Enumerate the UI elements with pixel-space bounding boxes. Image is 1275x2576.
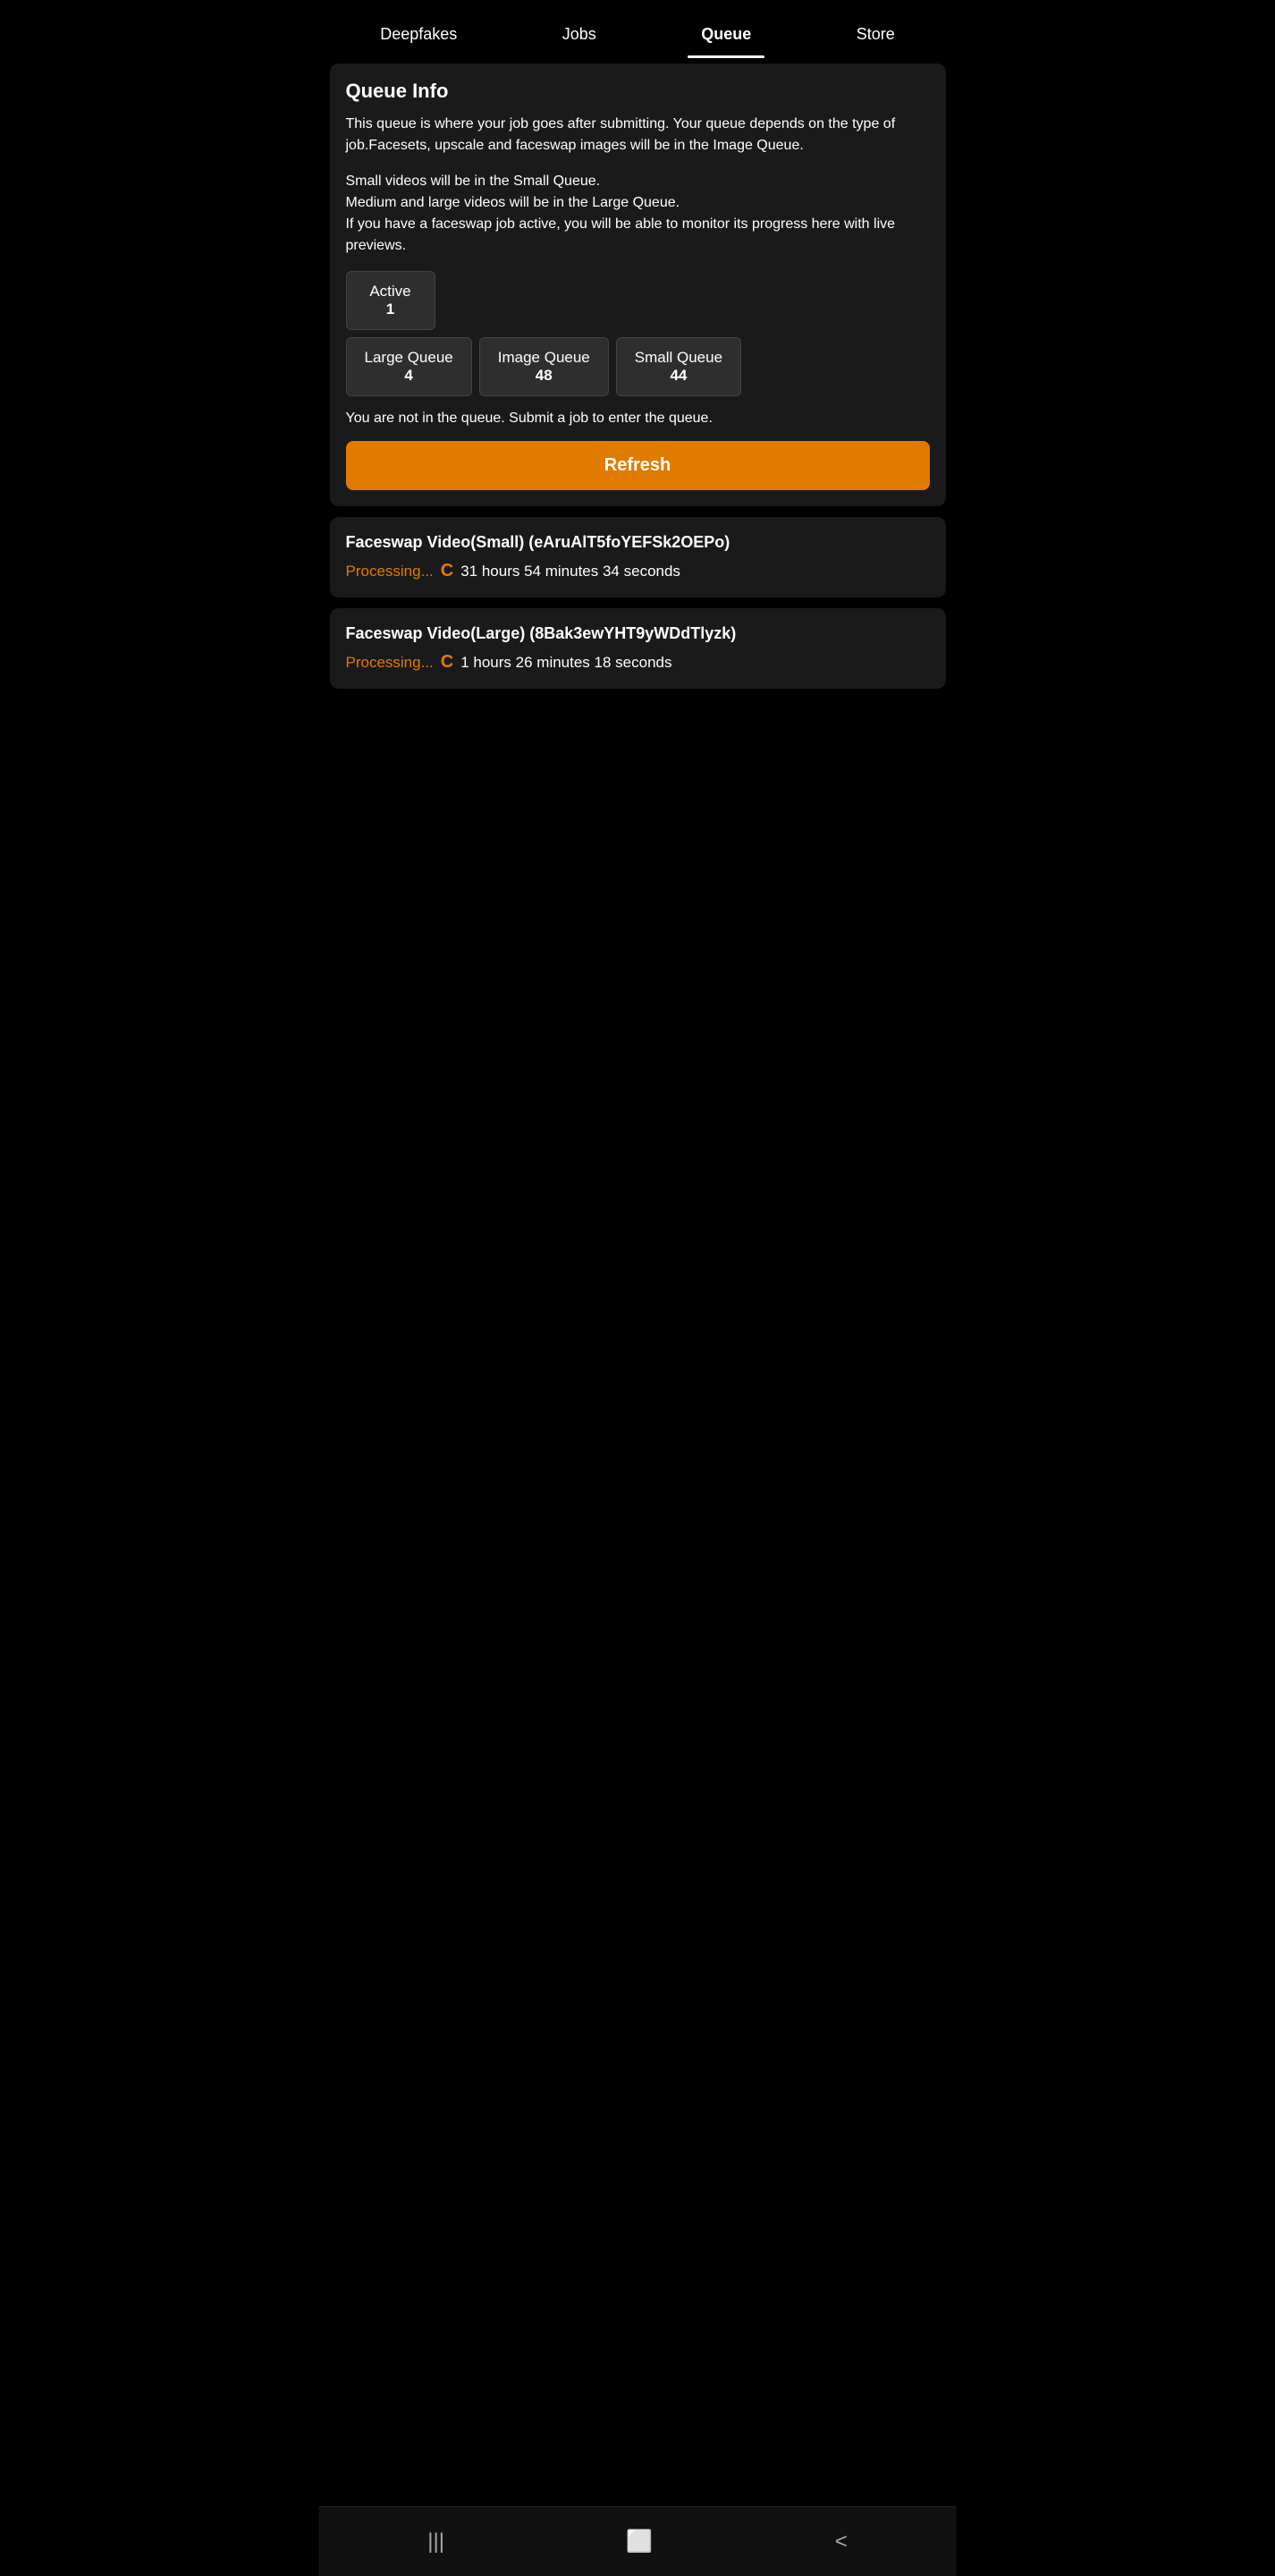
home-button[interactable]: ⬜ (608, 2521, 671, 2562)
image-queue-stat-button[interactable]: Image Queue 48 (479, 337, 609, 396)
job-card-1: Faceswap Video(Small) (eAruAlT5foYEFSk2O… (330, 517, 946, 597)
active-stat-button[interactable]: Active 1 (346, 271, 435, 330)
image-queue-value: 48 (498, 367, 590, 385)
job-2-status-row: Processing... C 1 hours 26 minutes 18 se… (346, 652, 930, 673)
active-stat-value: 1 (365, 301, 417, 318)
small-queue-label: Small Queue (635, 349, 722, 367)
queue-status-text: You are not in the queue. Submit a job t… (346, 411, 930, 427)
queue-info-title: Queue Info (346, 80, 930, 103)
bottom-navigation: ||| ⬜ < (319, 2506, 957, 2576)
main-content: Queue Info This queue is where your job … (319, 53, 957, 710)
job-1-status-row: Processing... C 31 hours 54 minutes 34 s… (346, 561, 930, 581)
back-button[interactable]: < (817, 2522, 865, 2562)
queue-info-description-1: This queue is where your job goes after … (346, 114, 930, 157)
small-queue-value: 44 (635, 367, 722, 385)
nav-store[interactable]: Store (843, 16, 908, 53)
job-1-time-text: 31 hours 54 minutes 34 seconds (460, 563, 680, 580)
job-2-time-text: 1 hours 26 minutes 18 seconds (460, 654, 671, 672)
recent-apps-button[interactable]: ||| (410, 2522, 462, 2562)
large-queue-label: Large Queue (365, 349, 453, 367)
nav-deepfakes[interactable]: Deepfakes (367, 16, 470, 53)
job-1-spinner-icon: C (441, 561, 453, 581)
nav-jobs[interactable]: Jobs (549, 16, 610, 53)
job-1-title: Faceswap Video(Small) (eAruAlT5foYEFSk2O… (346, 533, 930, 552)
active-stat-label: Active (365, 283, 417, 301)
stats-row-queues: Large Queue 4 Image Queue 48 Small Queue… (346, 337, 930, 396)
large-queue-stat-button[interactable]: Large Queue 4 (346, 337, 472, 396)
top-navigation: Deepfakes Jobs Queue Store (319, 0, 957, 53)
queue-info-card: Queue Info This queue is where your job … (330, 64, 946, 506)
image-queue-label: Image Queue (498, 349, 590, 367)
nav-queue[interactable]: Queue (688, 16, 764, 53)
refresh-button[interactable]: Refresh (346, 441, 930, 490)
job-1-processing-text: Processing... (346, 563, 434, 580)
job-2-title: Faceswap Video(Large) (8Bak3ewYHT9yWDdTl… (346, 624, 930, 643)
queue-info-description-2: Small videos will be in the Small Queue.… (346, 171, 930, 257)
job-2-spinner-icon: C (441, 652, 453, 673)
large-queue-value: 4 (365, 367, 453, 385)
small-queue-stat-button[interactable]: Small Queue 44 (616, 337, 741, 396)
job-2-processing-text: Processing... (346, 654, 434, 672)
job-card-2: Faceswap Video(Large) (8Bak3ewYHT9yWDdTl… (330, 608, 946, 689)
stats-row-active: Active 1 (346, 271, 930, 330)
